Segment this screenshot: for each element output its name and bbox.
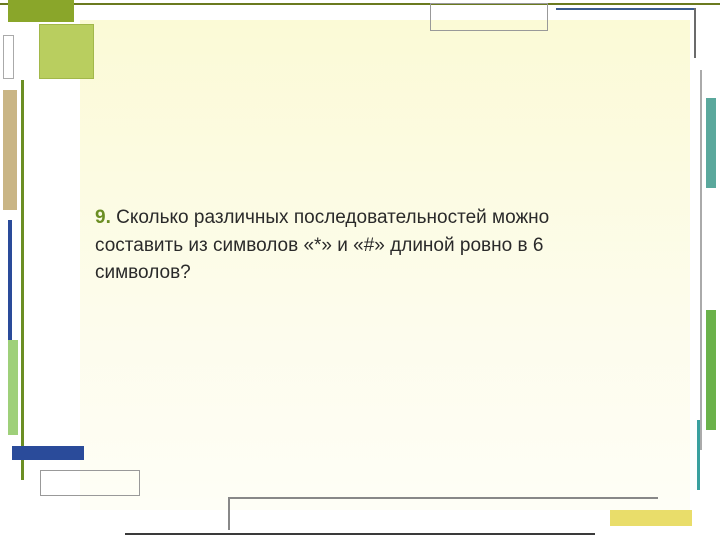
deco-top-gray-box [430, 3, 548, 31]
deco-right-aqua-line [697, 420, 700, 490]
deco-left-lightgreen [8, 340, 18, 435]
deco-left-bottom-blue [12, 446, 84, 460]
deco-left-green-line [21, 80, 24, 480]
deco-bottom-right-horiz [228, 497, 658, 499]
deco-small-outline [3, 35, 14, 79]
deco-top-right-vline [694, 8, 696, 58]
question-number: 9. [95, 207, 111, 228]
deco-bottom-dark-line [125, 533, 595, 535]
deco-right-green [706, 310, 716, 430]
deco-top-green-block [8, 0, 74, 22]
deco-top-right-hline [556, 8, 696, 10]
question-text: 9. Сколько различных последовательностей… [95, 204, 615, 287]
deco-olive-square [39, 24, 94, 79]
slide-canvas: 9. Сколько различных последовательностей… [0, 0, 720, 540]
deco-top-line [0, 3, 720, 5]
deco-bottom-right-vert [228, 497, 230, 530]
deco-left-tan [3, 90, 17, 210]
deco-right-line [700, 70, 702, 450]
deco-left-bottom-outline [40, 470, 140, 496]
deco-right-teal [706, 98, 716, 188]
question-body: Сколько различных последовательностей мо… [95, 207, 549, 283]
deco-bottom-right-yellow [610, 510, 692, 526]
